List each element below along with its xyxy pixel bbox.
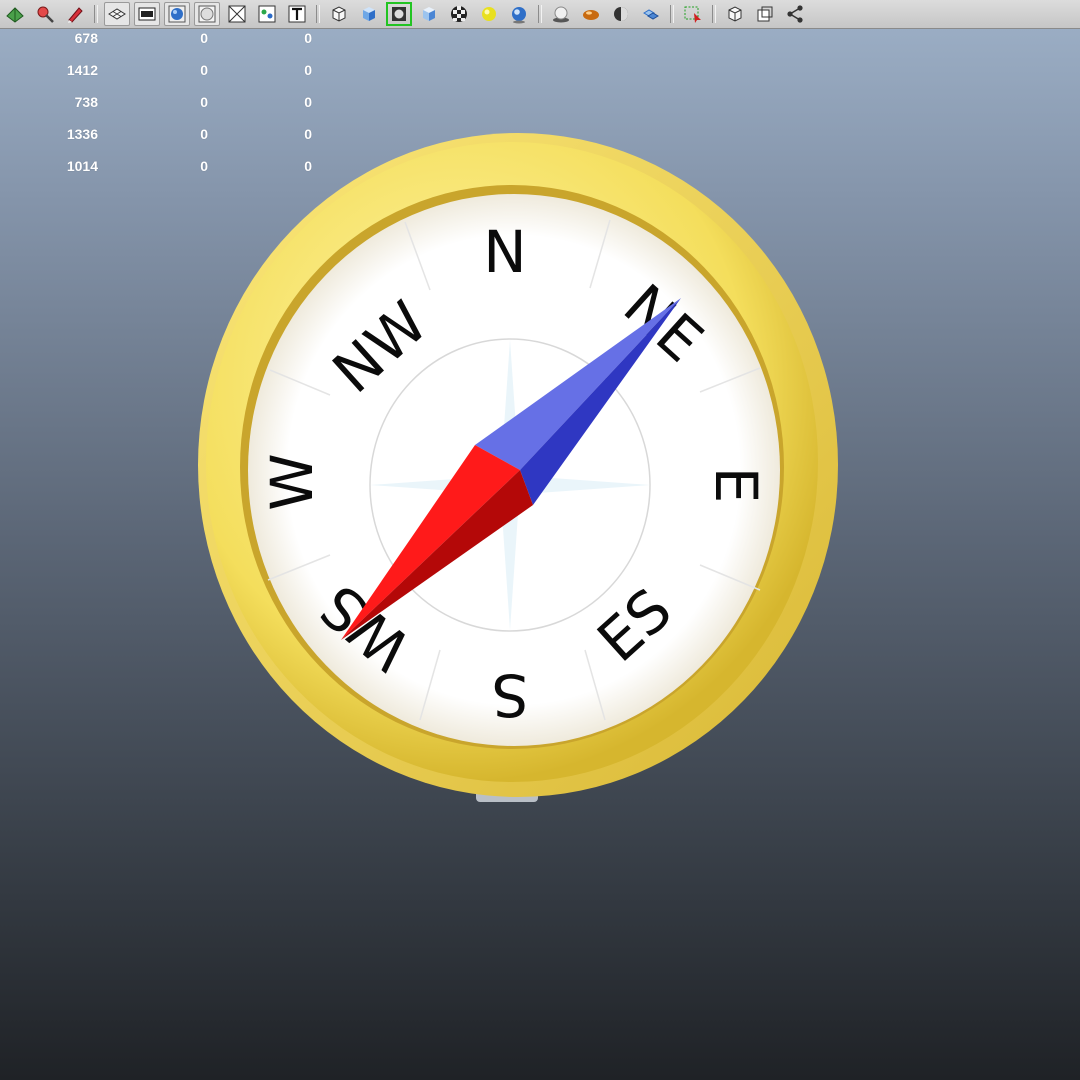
dial-label-s: S xyxy=(492,661,529,729)
3d-viewport[interactable]: 678 0 0 1412 0 0 738 0 0 1336 0 0 1014 0… xyxy=(0,29,1080,1080)
dial-label-n: N xyxy=(483,218,526,286)
dial-label-e: E xyxy=(702,467,770,504)
compass-model[interactable]: N NE E ES S WS W NW xyxy=(0,0,1080,1080)
dial-label-w: W xyxy=(258,453,326,510)
